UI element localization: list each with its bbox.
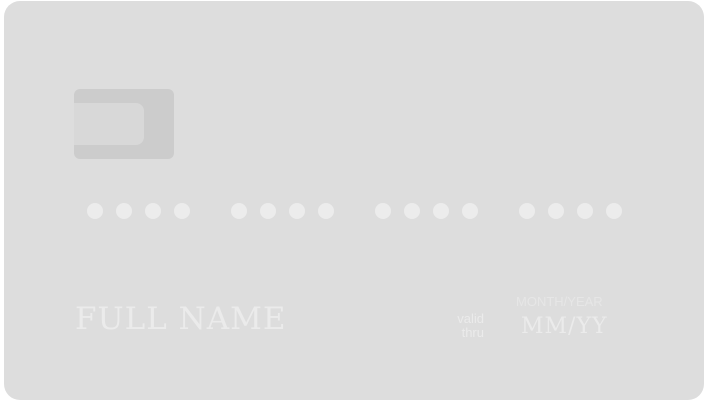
masked-digit-dot — [462, 203, 478, 219]
masked-digit-dot — [577, 203, 593, 219]
masked-digit-dot — [318, 203, 334, 219]
masked-digit-dot — [145, 203, 161, 219]
masked-digit-dot — [260, 203, 276, 219]
credit-card-preview: FULL NAME valid thru MONTH/YEAR MM/YY — [4, 1, 704, 400]
masked-digit-dot — [548, 203, 564, 219]
thru-label: thru — [461, 325, 484, 340]
valid-label: valid — [457, 311, 484, 326]
masked-digit-dot — [606, 203, 622, 219]
masked-digit-dot — [404, 203, 420, 219]
masked-digit-dot — [519, 203, 535, 219]
masked-digit-dot — [174, 203, 190, 219]
masked-digit-dot — [289, 203, 305, 219]
card-holder-name: FULL NAME — [75, 301, 287, 337]
masked-digit-dot — [375, 203, 391, 219]
card-chip — [74, 89, 174, 159]
card-chip-contact — [74, 103, 144, 145]
expiry-date: MM/YY — [521, 314, 608, 339]
masked-digit-dot — [87, 203, 103, 219]
masked-digit-dot — [231, 203, 247, 219]
masked-digit-dot — [116, 203, 132, 219]
expiry-caption: MONTH/YEAR — [516, 294, 603, 309]
valid-thru-label: valid thru — [450, 312, 484, 340]
masked-digit-dot — [433, 203, 449, 219]
